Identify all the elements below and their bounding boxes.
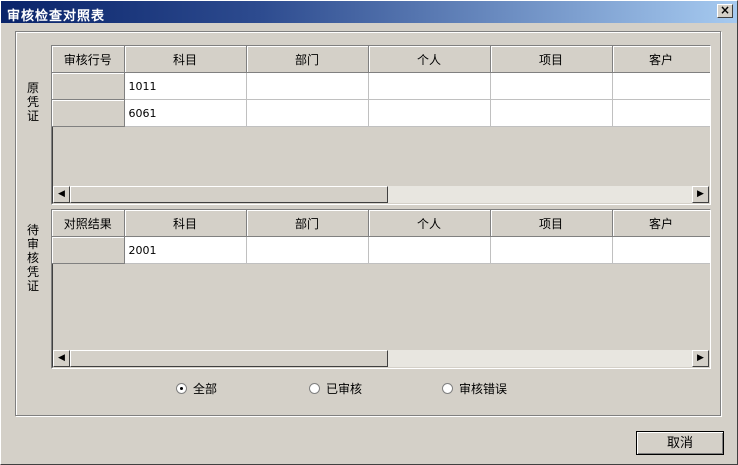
row-header-cell[interactable] — [52, 99, 125, 127]
table-cell[interactable]: 2001 — [124, 236, 247, 264]
pending-voucher-table: 对照结果 科目 部门 个人 项目 客户 2001 — [52, 210, 710, 264]
title-bar: 审核检查对照表 × — [1, 1, 737, 24]
table-cell[interactable] — [490, 99, 613, 127]
original-col-header[interactable]: 项目 — [490, 46, 613, 73]
filter-audited-label: 已审核 — [326, 381, 363, 396]
original-col-header[interactable]: 客户 — [612, 46, 710, 73]
table-row[interactable]: 2001 — [52, 236, 710, 264]
scroll-right-icon[interactable]: ▶ — [692, 186, 709, 203]
original-hscrollbar[interactable]: ◀ ▶ — [53, 186, 709, 203]
pending-col-header[interactable]: 部门 — [246, 210, 369, 237]
scroll-left-icon[interactable]: ◀ — [53, 186, 70, 203]
scroll-left-icon[interactable]: ◀ — [53, 350, 70, 367]
scroll-thumb[interactable] — [70, 186, 388, 203]
pending-col-header[interactable]: 科目 — [124, 210, 247, 237]
table-cell[interactable] — [490, 72, 613, 100]
filter-all-label: 全部 — [193, 381, 218, 396]
close-button[interactable]: × — [717, 4, 733, 18]
row-header-cell[interactable] — [52, 72, 125, 100]
radio-icon[interactable] — [176, 382, 187, 394]
filter-error-label: 审核错误 — [459, 381, 508, 396]
original-voucher-table: 审核行号 科目 部门 个人 项目 客户 1011 6061 — [52, 46, 710, 127]
audit-check-dialog: 审核检查对照表 × 原凭证 待审核凭证 审核行号 科目 部门 个人 项目 客户 1011 60… — [0, 0, 738, 465]
original-voucher-label: 原凭证 — [26, 81, 39, 123]
filter-all-radio[interactable]: 全部 — [176, 379, 217, 397]
scroll-right-icon[interactable]: ▶ — [692, 350, 709, 367]
table-cell[interactable] — [368, 72, 491, 100]
pending-col-header[interactable]: 客户 — [612, 210, 710, 237]
table-cell[interactable] — [246, 99, 369, 127]
pending-col-header[interactable]: 项目 — [490, 210, 613, 237]
scroll-thumb[interactable] — [70, 350, 388, 367]
row-header-cell[interactable] — [52, 236, 125, 264]
table-cell[interactable]: 6061 — [124, 99, 247, 127]
table-cell[interactable] — [368, 236, 491, 264]
pending-col-header[interactable]: 对照结果 — [52, 210, 125, 237]
pending-hscrollbar[interactable]: ◀ ▶ — [53, 350, 709, 367]
table-cell[interactable] — [612, 99, 710, 127]
pending-voucher-label: 待审核凭证 — [26, 223, 39, 293]
filter-audited-radio[interactable]: 已审核 — [309, 379, 362, 397]
table-row[interactable]: 1011 — [52, 72, 710, 100]
original-col-header[interactable]: 科目 — [124, 46, 247, 73]
original-col-header[interactable]: 个人 — [368, 46, 491, 73]
filter-error-radio[interactable]: 审核错误 — [442, 379, 507, 397]
table-cell[interactable] — [612, 236, 710, 264]
original-col-header[interactable]: 部门 — [246, 46, 369, 73]
table-cell[interactable] — [490, 236, 613, 264]
table-cell[interactable] — [612, 72, 710, 100]
original-voucher-grid[interactable]: 审核行号 科目 部门 个人 项目 客户 1011 6061 ◀ ▶ — [51, 45, 711, 205]
table-cell[interactable] — [368, 99, 491, 127]
pending-voucher-grid[interactable]: 对照结果 科目 部门 个人 项目 客户 2001 ◀ ▶ — [51, 209, 711, 369]
radio-icon[interactable] — [309, 382, 320, 394]
cancel-button[interactable]: 取消 — [636, 431, 724, 455]
table-row[interactable]: 6061 — [52, 99, 710, 127]
table-cell[interactable]: 1011 — [124, 72, 247, 100]
table-cell[interactable] — [246, 72, 369, 100]
pending-col-header[interactable]: 个人 — [368, 210, 491, 237]
original-col-header[interactable]: 审核行号 — [52, 46, 125, 73]
radio-icon[interactable] — [442, 382, 453, 394]
window-title: 审核检查对照表 — [7, 9, 106, 24]
filter-radio-group: 全部 已审核 审核错误 — [1, 379, 738, 399]
table-cell[interactable] — [246, 236, 369, 264]
